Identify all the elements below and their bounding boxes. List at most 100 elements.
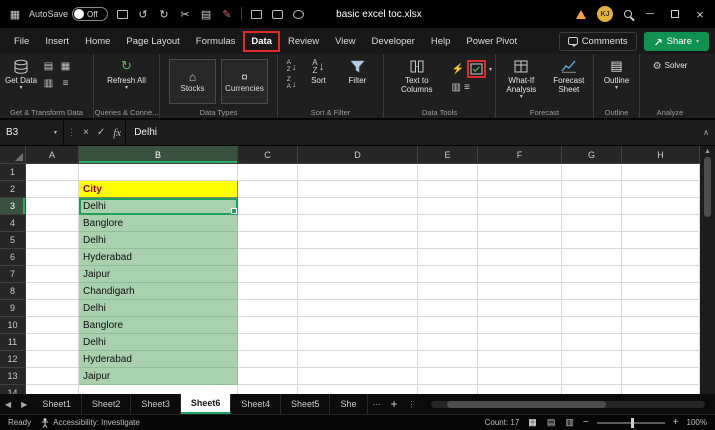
cell-F14[interactable] [478, 385, 562, 394]
cell-F4[interactable] [478, 215, 562, 232]
name-box[interactable]: B3 ▾ [0, 120, 64, 145]
cell-H10[interactable] [622, 317, 700, 334]
insert-function-icon[interactable]: fx [109, 127, 125, 139]
zoom-out-button[interactable]: − [583, 417, 589, 428]
cell-B13[interactable]: Jaipur [79, 368, 238, 385]
sort-ascending-icon[interactable]: AZ↓ [287, 60, 297, 73]
tab-review[interactable]: Review [280, 31, 327, 52]
cell-E14[interactable] [418, 385, 478, 394]
cell-C10[interactable] [238, 317, 298, 334]
cell-G6[interactable] [562, 249, 622, 266]
tab-developer[interactable]: Developer [364, 31, 423, 52]
row-header-2[interactable]: 2 [0, 181, 26, 198]
cell-A1[interactable] [26, 164, 79, 181]
cell-D13[interactable] [298, 368, 418, 385]
cancel-icon[interactable]: × [79, 127, 93, 138]
from-table-range-icon[interactable]: ▥ [41, 76, 56, 91]
cell-B2[interactable]: City [79, 181, 238, 198]
tab-formulas[interactable]: Formulas [188, 31, 244, 52]
sheet-tab-sheet6[interactable]: Sheet6 [181, 394, 232, 414]
cell-H9[interactable] [622, 300, 700, 317]
cell-G12[interactable] [562, 351, 622, 368]
column-header-c[interactable]: C [238, 146, 298, 164]
forecast-sheet-button[interactable]: Forecast Sheet [548, 57, 590, 106]
cell-A11[interactable] [26, 334, 79, 351]
page-break-view-icon[interactable]: ▥ [564, 417, 575, 428]
select-all-corner[interactable] [0, 146, 26, 164]
app-grid-icon[interactable]: ▦ [8, 7, 22, 21]
cell-A9[interactable] [26, 300, 79, 317]
cell-B9[interactable]: Delhi [79, 300, 238, 317]
cell-C2[interactable] [238, 181, 298, 198]
sheet-tab-sheet2[interactable]: Sheet2 [82, 394, 132, 414]
column-header-b[interactable]: B [79, 146, 238, 164]
currencies-button[interactable]: ¤ Currencies [221, 59, 268, 104]
sheet-tab-she[interactable]: She [330, 394, 367, 414]
cell-B12[interactable]: Hyderabad [79, 351, 238, 368]
cell-D10[interactable] [298, 317, 418, 334]
row-header-5[interactable]: 5 [0, 232, 26, 249]
cell-E8[interactable] [418, 283, 478, 300]
tab-file[interactable]: File [6, 31, 37, 52]
cell-E5[interactable] [418, 232, 478, 249]
cell-H5[interactable] [622, 232, 700, 249]
chevron-down-icon[interactable]: ▾ [489, 66, 492, 73]
cell-B14[interactable] [79, 385, 238, 394]
new-sheet-button[interactable]: + [386, 397, 403, 411]
cell-H7[interactable] [622, 266, 700, 283]
cell-H2[interactable] [622, 181, 700, 198]
search-icon[interactable] [624, 10, 632, 18]
column-header-f[interactable]: F [478, 146, 562, 164]
cell-D6[interactable] [298, 249, 418, 266]
tab-power-pivot[interactable]: Power Pivot [458, 31, 525, 52]
scroll-up-icon[interactable]: ▲ [704, 148, 711, 155]
row-header-6[interactable]: 6 [0, 249, 26, 266]
cell-E6[interactable] [418, 249, 478, 266]
cell-F11[interactable] [478, 334, 562, 351]
cell-F12[interactable] [478, 351, 562, 368]
sheet-tab-sheet4[interactable]: Sheet4 [231, 394, 281, 414]
cell-F3[interactable] [478, 198, 562, 215]
cell-C8[interactable] [238, 283, 298, 300]
cell-C6[interactable] [238, 249, 298, 266]
share-button[interactable]: Share ▾ [644, 32, 709, 51]
cell-D7[interactable] [298, 266, 418, 283]
zoom-slider-thumb[interactable] [631, 418, 634, 428]
sheet-list-icon[interactable]: ⋯ [368, 400, 386, 409]
autosave-toggle[interactable]: AutoSave Off [29, 7, 108, 21]
cell-F10[interactable] [478, 317, 562, 334]
cell-C7[interactable] [238, 266, 298, 283]
cell-H13[interactable] [622, 368, 700, 385]
formula-input[interactable]: Delhi [125, 120, 697, 145]
text-to-columns-button[interactable]: Text to Columns [387, 57, 447, 106]
horizontal-scrollbar[interactable] [431, 401, 705, 408]
remove-duplicates-icon[interactable]: ▥ [452, 82, 461, 93]
cell-B8[interactable]: Chandigarh [79, 283, 238, 300]
sort-descending-icon[interactable]: ZA↓ [287, 77, 297, 90]
cell-A3[interactable] [26, 198, 79, 215]
cell-A10[interactable] [26, 317, 79, 334]
cell-C4[interactable] [238, 215, 298, 232]
cell-E7[interactable] [418, 266, 478, 283]
cell-E12[interactable] [418, 351, 478, 368]
cell-C1[interactable] [238, 164, 298, 181]
clipboard-icon[interactable]: ▤ [199, 7, 213, 21]
comments-button[interactable]: Comments [559, 32, 637, 51]
cell-F7[interactable] [478, 266, 562, 283]
scrollbar-thumb[interactable] [704, 157, 711, 217]
cell-B10[interactable]: Banglore [79, 317, 238, 334]
tab-data[interactable]: Data [243, 31, 280, 52]
cell-A5[interactable] [26, 232, 79, 249]
cell-D4[interactable] [298, 215, 418, 232]
row-header-3[interactable]: 3 [0, 198, 26, 215]
cell-C11[interactable] [238, 334, 298, 351]
undo-icon[interactable]: ↺ [136, 7, 150, 21]
cell-G1[interactable] [562, 164, 622, 181]
flash-fill-icon[interactable]: ⚡ [452, 64, 464, 75]
avatar[interactable]: KJ [597, 6, 613, 22]
page-layout-view-icon[interactable]: ▤ [546, 417, 557, 428]
cell-G4[interactable] [562, 215, 622, 232]
outline-button[interactable]: ▤ Outline ▾ [600, 57, 634, 106]
stocks-button[interactable]: ⌂ Stocks [169, 59, 216, 104]
cell-G2[interactable] [562, 181, 622, 198]
